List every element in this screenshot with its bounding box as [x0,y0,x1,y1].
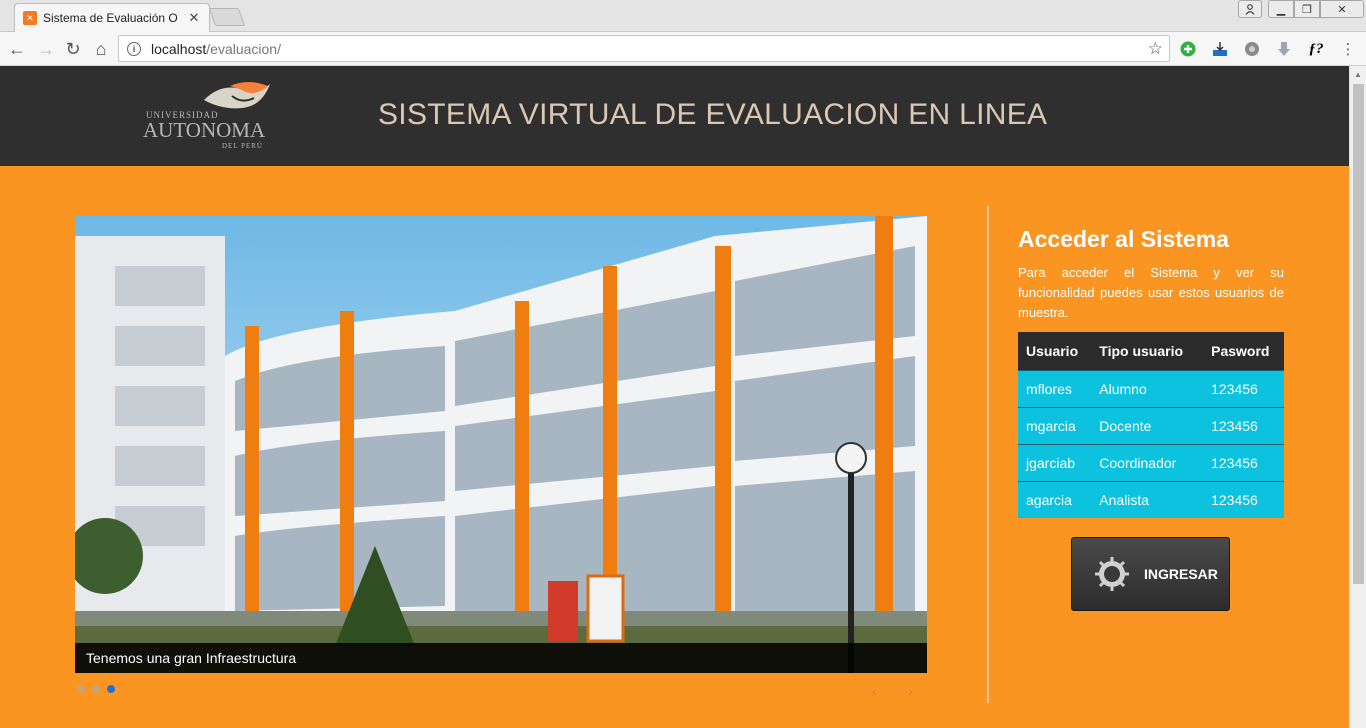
carousel-next-icon[interactable]: › [908,683,913,699]
cell-password: 123456 [1203,480,1284,518]
browser-tab[interactable]: ✕ Sistema de Evaluación O ✕ [14,3,210,32]
bookmark-star-icon[interactable]: ☆ [1148,39,1163,59]
new-tab-button[interactable] [208,8,246,26]
tab-title: Sistema de Evaluación O [43,11,178,25]
home-icon[interactable]: ⌂ [90,38,112,60]
window-buttons: ▁ ❐ ✕ [1268,0,1364,20]
globe-extension-icon[interactable] [1242,39,1262,59]
table-row: jgarciab Coordinador 123456 [1018,443,1284,481]
cell-tipo: Alumno [1091,369,1204,407]
col-usuario: Usuario [1018,332,1092,370]
gear-icon [1095,557,1129,591]
access-description: Para acceder el Sistema y ver su funcion… [1018,265,1284,320]
carousel-indicator-1[interactable] [77,685,85,693]
reload-icon[interactable]: ↻ [62,38,84,60]
sample-users-table: Usuario Tipo usuario Pasword mflores Alu… [1018,332,1284,518]
function-extension-icon[interactable]: ƒ? [1306,39,1326,59]
cell-tipo: Coordinador [1091,443,1204,481]
menu-icon[interactable]: ⋮ [1338,39,1358,59]
down-arrow-extension-icon[interactable] [1274,39,1294,59]
page: UNIVERSIDAD AUTONOMA DEL PERÚ SISTEMA VI… [0,66,1349,728]
access-title: Acceder al Sistema [1018,226,1229,252]
restore-icon[interactable]: ❐ [1294,0,1320,18]
url-path: /evaluacion/ [206,40,281,57]
table-row: agarcia Analista 123456 [1018,480,1284,518]
campus-building-image [75,216,927,673]
table-header-row: Usuario Tipo usuario Pasword [1018,332,1284,370]
vertical-divider [987,206,989,703]
col-pasword: Pasword [1203,332,1284,370]
close-icon[interactable]: ✕ [187,10,201,26]
forward-arrow-icon[interactable]: → [35,38,57,60]
cell-usuario: agarcia [1018,480,1092,518]
carousel-indicator-3[interactable] [107,685,115,693]
green-plus-extension-icon[interactable] [1178,39,1198,59]
back-arrow-icon[interactable]: ← [6,38,28,60]
ingresar-label: INGRESAR [1144,566,1218,582]
page-scrollbar[interactable]: ▲ [1349,66,1366,728]
close-window-icon[interactable]: ✕ [1320,0,1364,18]
download-extension-icon[interactable] [1210,39,1230,59]
page-title: SISTEMA VIRTUAL DE EVALUACION EN LINEA [378,98,1048,131]
scrollbar-thumb[interactable] [1353,84,1364,584]
xampp-favicon-icon: ✕ [23,11,37,25]
minimize-icon[interactable]: ▁ [1268,0,1294,18]
table-row: mflores Alumno 123456 [1018,369,1284,407]
carousel-indicators [77,685,115,693]
university-logo: UNIVERSIDAD AUTONOMA DEL PERÚ [140,78,275,156]
scroll-up-icon[interactable]: ▲ [1354,70,1362,79]
cell-usuario: jgarciab [1018,443,1092,481]
logo-text-line2: AUTONOMA [143,118,266,142]
table-row: mgarcia Docente 123456 [1018,406,1284,444]
cell-password: 123456 [1203,443,1284,481]
carousel-indicator-2[interactable] [92,685,100,693]
carousel-prev-icon[interactable]: ‹ [872,683,877,699]
window-controls [1238,0,1262,20]
url-host: localhost [151,40,207,57]
logo-swoosh-icon [204,82,270,109]
browser-toolbar: ← → ↻ ⌂ i localhost/evaluacion/ ☆ ƒ? ⋮ [0,32,1366,66]
address-bar[interactable]: i localhost/evaluacion/ ☆ [118,35,1170,62]
cell-usuario: mgarcia [1018,406,1092,444]
browser-tabstrip: ✕ Sistema de Evaluación O ✕ ▁ ❐ ✕ [0,0,1366,32]
col-tipo-usuario: Tipo usuario [1091,332,1204,370]
site-header: UNIVERSIDAD AUTONOMA DEL PERÚ SISTEMA VI… [0,66,1349,166]
info-icon[interactable]: i [127,41,141,56]
cell-password: 123456 [1203,369,1284,407]
carousel-caption: Tenemos una gran Infraestructura [75,643,927,673]
user-profile-icon[interactable] [1238,0,1262,18]
ingresar-button[interactable]: INGRESAR [1071,537,1230,611]
logo-text-line3: DEL PERÚ [222,142,263,150]
cell-tipo: Analista [1091,480,1204,518]
cell-tipo: Docente [1091,406,1204,444]
image-carousel[interactable]: Tenemos una gran Infraestructura [75,216,927,673]
cell-usuario: mflores [1018,369,1092,407]
cell-password: 123456 [1203,406,1284,444]
